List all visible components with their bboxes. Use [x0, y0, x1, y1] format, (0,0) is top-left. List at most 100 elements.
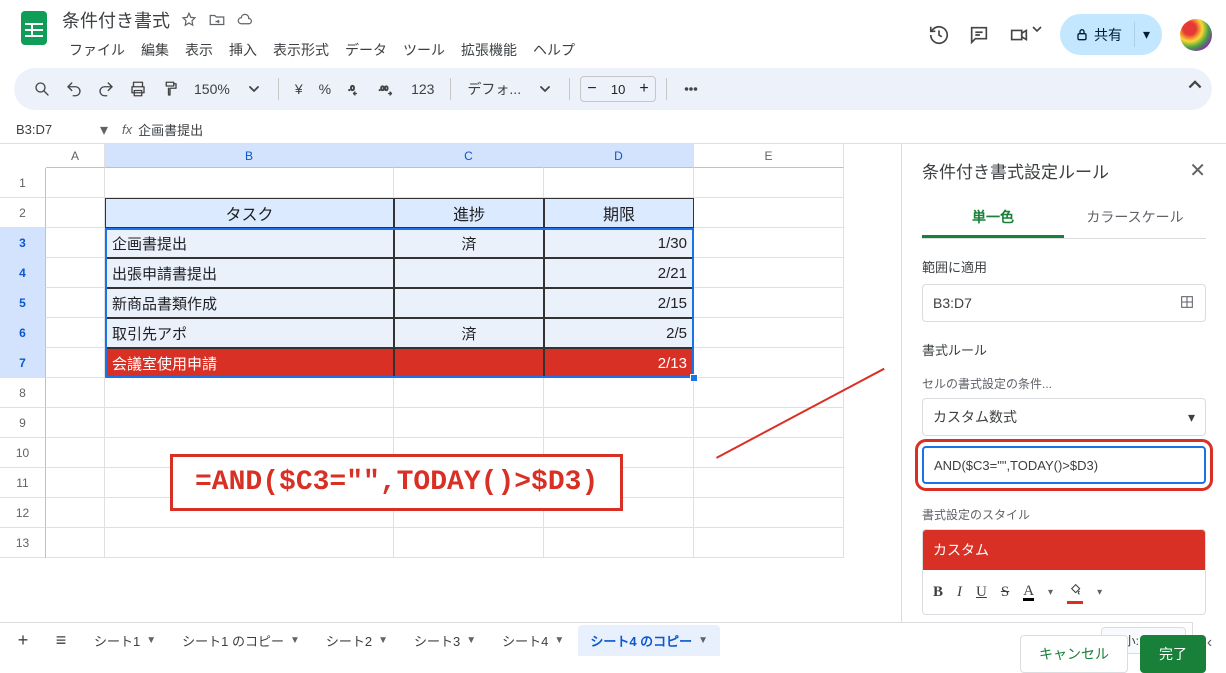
- cell[interactable]: [105, 408, 394, 438]
- add-sheet-icon[interactable]: +: [6, 630, 40, 651]
- share-button[interactable]: 共有 ▾: [1060, 14, 1162, 55]
- sheet-tab[interactable]: シート1 のコピー▼: [170, 625, 312, 656]
- cell[interactable]: [394, 528, 544, 558]
- menu-insert[interactable]: 挿入: [222, 36, 264, 64]
- range-input[interactable]: B3:D7: [922, 284, 1206, 322]
- row-header[interactable]: 2: [0, 198, 46, 228]
- cell[interactable]: [394, 408, 544, 438]
- menu-edit[interactable]: 編集: [134, 36, 176, 64]
- cell[interactable]: [46, 468, 105, 498]
- cell[interactable]: 済: [394, 228, 544, 258]
- row-header[interactable]: 10: [0, 438, 46, 468]
- account-avatar[interactable]: [1180, 19, 1212, 51]
- col-header-B[interactable]: B: [105, 144, 394, 168]
- cell[interactable]: 1/30: [544, 228, 694, 258]
- menu-tools[interactable]: ツール: [396, 36, 452, 64]
- cell[interactable]: [394, 348, 544, 378]
- history-icon[interactable]: [928, 24, 950, 46]
- font-size-minus[interactable]: −: [581, 80, 603, 98]
- cell[interactable]: 期限: [544, 198, 694, 228]
- sheet-tab[interactable]: シート1▼: [82, 625, 168, 656]
- cell[interactable]: [694, 498, 844, 528]
- number-format-123[interactable]: 123: [405, 81, 440, 97]
- cell[interactable]: [46, 258, 105, 288]
- row-header[interactable]: 8: [0, 378, 46, 408]
- underline-icon[interactable]: U: [976, 584, 987, 601]
- cell[interactable]: [544, 528, 694, 558]
- cell[interactable]: 2/13: [544, 348, 694, 378]
- cell[interactable]: 進捗: [394, 198, 544, 228]
- cell[interactable]: 取引先アポ: [105, 318, 394, 348]
- sheet-tab-menu-icon[interactable]: ▼: [378, 635, 388, 646]
- cell[interactable]: タスク: [105, 198, 394, 228]
- bold-icon[interactable]: B: [933, 584, 943, 601]
- doc-title[interactable]: 条件付き書式: [62, 7, 170, 33]
- cell[interactable]: [694, 168, 844, 198]
- font-dropdown-icon[interactable]: [531, 75, 559, 103]
- row-header[interactable]: 13: [0, 528, 46, 558]
- cell[interactable]: 2/5: [544, 318, 694, 348]
- cell[interactable]: [46, 228, 105, 258]
- cell[interactable]: [694, 198, 844, 228]
- cell[interactable]: 会議室使用申請: [105, 348, 394, 378]
- style-preview[interactable]: カスタム: [923, 530, 1205, 570]
- cell[interactable]: [394, 378, 544, 408]
- cell[interactable]: [46, 528, 105, 558]
- cell[interactable]: [544, 408, 694, 438]
- grid-select-icon[interactable]: [1179, 294, 1195, 313]
- cell[interactable]: [46, 378, 105, 408]
- cell[interactable]: [694, 408, 844, 438]
- tab-color-scale[interactable]: カラースケール: [1064, 199, 1206, 238]
- sheet-tab-menu-icon[interactable]: ▼: [290, 635, 300, 646]
- cell[interactable]: 新商品書類作成: [105, 288, 394, 318]
- cell[interactable]: [394, 258, 544, 288]
- col-header-D[interactable]: D: [544, 144, 694, 168]
- collapse-toolbar-icon[interactable]: [1188, 79, 1202, 98]
- custom-formula-input[interactable]: AND($C3="",TODAY()>$D3): [922, 446, 1206, 484]
- cell[interactable]: [105, 168, 394, 198]
- redo-icon[interactable]: [92, 75, 120, 103]
- row-header[interactable]: 9: [0, 408, 46, 438]
- more-tools-icon[interactable]: [677, 75, 705, 103]
- search-icon[interactable]: [28, 75, 56, 103]
- sheet-tab-menu-icon[interactable]: ▼: [698, 635, 708, 646]
- strike-icon[interactable]: S: [1001, 584, 1009, 601]
- font-family[interactable]: デフォ...: [461, 79, 527, 99]
- cell[interactable]: [544, 168, 694, 198]
- cell[interactable]: [105, 378, 394, 408]
- row-header[interactable]: 1: [0, 168, 46, 198]
- cell[interactable]: [694, 528, 844, 558]
- sheet-tab-menu-icon[interactable]: ▼: [146, 635, 156, 646]
- close-icon[interactable]: ✕: [1189, 158, 1206, 183]
- decrease-decimal-icon[interactable]: .0: [341, 75, 369, 103]
- font-size-plus[interactable]: +: [633, 80, 655, 98]
- cancel-button[interactable]: キャンセル: [1020, 635, 1128, 673]
- zoom-dropdown-icon[interactable]: [240, 75, 268, 103]
- cell[interactable]: [46, 288, 105, 318]
- col-header-A[interactable]: A: [46, 144, 105, 168]
- col-header-C[interactable]: C: [394, 144, 544, 168]
- menu-format[interactable]: 表示形式: [266, 36, 336, 64]
- italic-icon[interactable]: I: [957, 584, 962, 601]
- cell[interactable]: 出張申請書提出: [105, 258, 394, 288]
- cell[interactable]: 2/21: [544, 258, 694, 288]
- cloud-status-icon[interactable]: [236, 11, 254, 29]
- menu-extensions[interactable]: 拡張機能: [454, 36, 524, 64]
- sheet-tab[interactable]: シート2▼: [314, 625, 400, 656]
- cell[interactable]: [694, 318, 844, 348]
- row-header[interactable]: 5: [0, 288, 46, 318]
- cell[interactable]: [46, 348, 105, 378]
- row-header[interactable]: 6: [0, 318, 46, 348]
- cell[interactable]: [694, 228, 844, 258]
- star-icon[interactable]: [180, 11, 198, 29]
- selection-handle[interactable]: [690, 374, 698, 382]
- undo-icon[interactable]: [60, 75, 88, 103]
- text-color-icon[interactable]: A: [1023, 583, 1034, 601]
- condition-select[interactable]: カスタム数式 ▾: [922, 398, 1206, 436]
- cell[interactable]: [694, 438, 844, 468]
- show-side-panel-icon[interactable]: ‹: [1207, 634, 1212, 652]
- cell[interactable]: 2/15: [544, 288, 694, 318]
- menu-help[interactable]: ヘルプ: [526, 36, 582, 64]
- sheet-tab[interactable]: シート4 のコピー▼: [578, 625, 720, 656]
- row-header[interactable]: 7: [0, 348, 46, 378]
